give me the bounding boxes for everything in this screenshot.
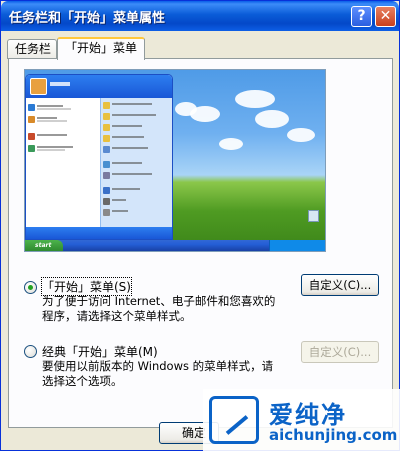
start-menu-radio[interactable]: [24, 281, 37, 294]
watermark-title: 爱纯净: [269, 401, 347, 429]
line: [112, 210, 128, 212]
computer-icon: [103, 146, 110, 153]
line: [112, 188, 140, 190]
folder-icon: [103, 102, 110, 109]
folder-icon: [103, 135, 110, 142]
customize-classic-menu-button[interactable]: 自定义(C)...: [301, 341, 379, 363]
ie-icon: [28, 104, 35, 111]
watermark-logo-icon: [209, 396, 259, 444]
preview-system-tray: [269, 240, 325, 251]
control-panel-icon: [103, 161, 110, 168]
program-icon: [28, 145, 35, 152]
watermark: 爱纯净 aichunjing.com: [203, 389, 400, 451]
preview-menu-footer: [26, 227, 172, 239]
customize-start-menu-button[interactable]: 自定义(C)...: [301, 274, 379, 296]
search-icon: [103, 198, 110, 205]
recycle-bin-icon: [308, 210, 319, 222]
line: [37, 105, 63, 107]
cloud: [190, 106, 220, 122]
help-button[interactable]: ?: [351, 6, 372, 27]
avatar: [30, 78, 47, 95]
line: [112, 199, 126, 201]
list-item: [101, 134, 172, 143]
line: [37, 108, 71, 110]
line: [37, 146, 73, 148]
printer-icon: [103, 172, 110, 179]
list-item: [101, 186, 172, 195]
watermark-url: aichunjing.com: [269, 426, 398, 444]
line: [112, 173, 152, 175]
window-title: 任务栏和「开始」菜单属性: [9, 11, 166, 26]
help-icon: [103, 187, 110, 194]
list-item: [101, 101, 172, 110]
list-item: [101, 123, 172, 132]
list-item: [26, 144, 100, 153]
run-icon: [103, 209, 110, 216]
line: [112, 147, 148, 149]
start-menu-preview: start: [24, 69, 326, 252]
line: [37, 149, 65, 151]
cloud: [255, 110, 289, 128]
folder-icon: [103, 113, 110, 120]
cloud: [219, 138, 243, 150]
line: [37, 117, 57, 119]
line: [112, 136, 144, 138]
line: [112, 125, 142, 127]
classic-start-menu-radio-label[interactable]: 经典「开始」菜单(M): [42, 343, 158, 360]
folder-icon: [103, 124, 110, 131]
close-button[interactable]: ✕: [375, 6, 396, 27]
list-item: [101, 197, 172, 206]
list-item: [101, 208, 172, 217]
tab-start-menu[interactable]: 「开始」菜单: [57, 37, 145, 60]
cloud: [287, 128, 315, 142]
preview-menu-right: [100, 98, 172, 229]
line: [112, 103, 152, 105]
properties-window: 任务栏和「开始」菜单属性 ? ✕ 任务栏 「开始」菜单 start 「开始」菜单…: [0, 0, 400, 451]
line: [112, 162, 142, 164]
line: [112, 114, 156, 116]
tab-panel: start 「开始」菜单(S) 为了便于访问 Internet、电子邮件和您喜欢…: [8, 58, 393, 428]
program-icon: [28, 133, 35, 140]
preview-menu-header: [26, 75, 172, 98]
email-icon: [28, 116, 35, 123]
line: [37, 134, 67, 136]
preview-start-button: start: [25, 240, 63, 251]
preview-user-name: [50, 82, 70, 86]
list-item: [26, 115, 100, 124]
preview-menu-left: [26, 98, 100, 229]
list-item: [101, 160, 172, 169]
list-item: [101, 112, 172, 121]
list-item: [26, 103, 100, 112]
line: [37, 120, 67, 122]
classic-start-menu-radio[interactable]: [24, 345, 37, 358]
list-item: [101, 171, 172, 180]
start-menu-radio-label[interactable]: 「开始」菜单(S): [41, 277, 132, 296]
list-item: [101, 145, 172, 154]
start-menu-description: 为了便于访问 Internet、电子邮件和您喜欢的程序，请选择这个菜单样式。: [42, 294, 276, 323]
preview-start-menu: [25, 74, 173, 240]
preview-taskbar: start: [25, 240, 325, 251]
title-bar[interactable]: 任务栏和「开始」菜单属性 ? ✕: [1, 1, 399, 31]
list-item: [26, 132, 100, 141]
classic-start-menu-description: 要使用以前版本的 Windows 的菜单样式，请选择这个选项。: [42, 359, 274, 388]
tab-taskbar[interactable]: 任务栏: [7, 39, 57, 59]
cloud: [235, 90, 275, 108]
